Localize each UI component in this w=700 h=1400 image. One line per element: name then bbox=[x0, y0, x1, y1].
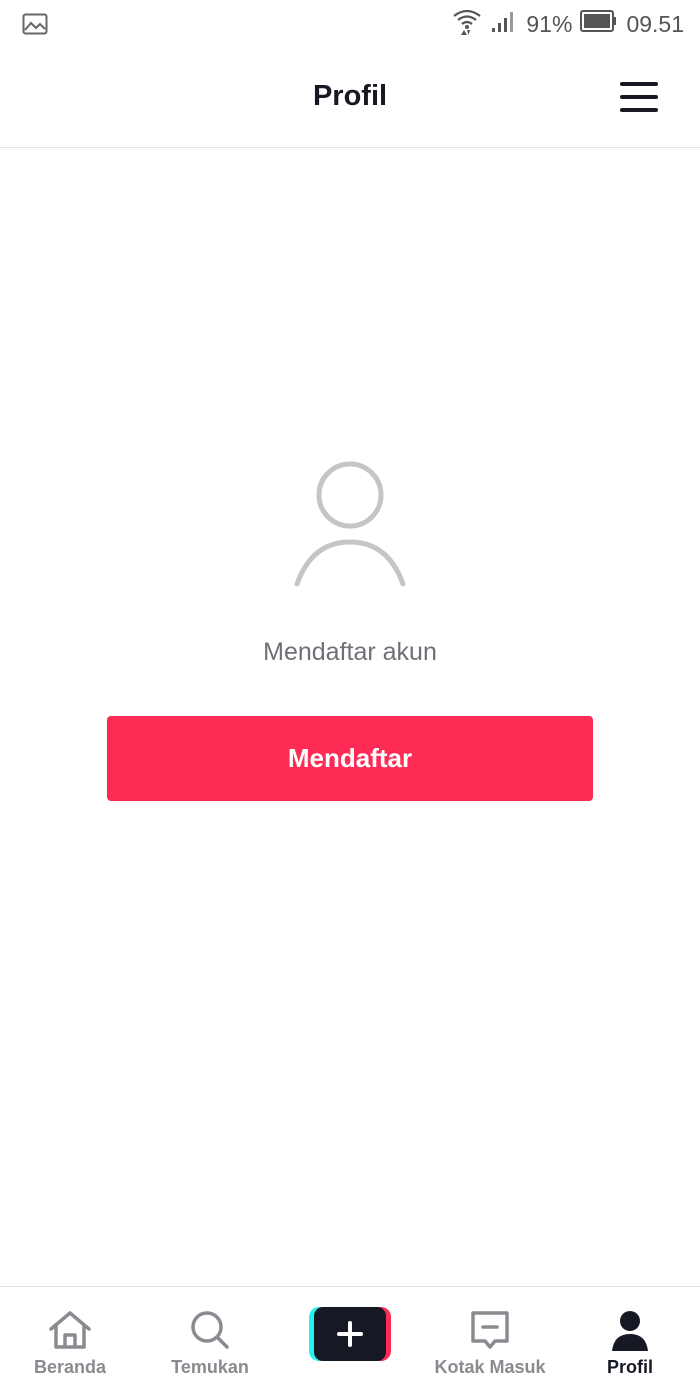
user-placeholder-icon bbox=[292, 460, 408, 590]
nav-label: Profil bbox=[606, 1357, 653, 1377]
status-indicators: 91% 09.51 bbox=[452, 9, 684, 39]
profile-icon bbox=[610, 1309, 650, 1358]
signal-icon bbox=[490, 8, 518, 40]
inbox-icon bbox=[469, 1309, 511, 1358]
nav-item-kotak-masuk[interactable]: Kotak Masuk bbox=[420, 1287, 560, 1387]
create-video-button[interactable] bbox=[309, 1307, 391, 1361]
wifi-icon bbox=[452, 6, 482, 42]
battery-icon bbox=[580, 10, 618, 38]
nav-label: Kotak Masuk bbox=[434, 1357, 546, 1377]
top-header: Profil bbox=[0, 48, 700, 148]
image-icon bbox=[22, 13, 48, 40]
signup-prompt-text: Mendaftar akun bbox=[263, 638, 437, 666]
nav-item-beranda[interactable]: Beranda bbox=[0, 1287, 140, 1387]
plus-icon bbox=[314, 1307, 386, 1361]
home-icon bbox=[47, 1309, 93, 1356]
nav-item-profil[interactable]: Profil bbox=[560, 1287, 700, 1387]
nav-label: Beranda bbox=[33, 1357, 107, 1377]
signup-button[interactable]: Mendaftar bbox=[107, 716, 593, 801]
status-bar: 91% 09.51 bbox=[0, 0, 700, 48]
nav-item-temukan[interactable]: Temukan bbox=[140, 1287, 280, 1387]
search-icon bbox=[189, 1309, 231, 1356]
nav-label: Temukan bbox=[171, 1357, 249, 1377]
hamburger-menu-icon[interactable] bbox=[620, 82, 658, 112]
signup-button-label: Mendaftar bbox=[287, 743, 413, 773]
battery-percent: 91% bbox=[526, 10, 573, 37]
bottom-navigation: Beranda Temukan Kotak Masuk Profil bbox=[0, 1286, 700, 1400]
page-title: Profil bbox=[312, 80, 388, 112]
clock: 09.51 bbox=[626, 10, 684, 37]
